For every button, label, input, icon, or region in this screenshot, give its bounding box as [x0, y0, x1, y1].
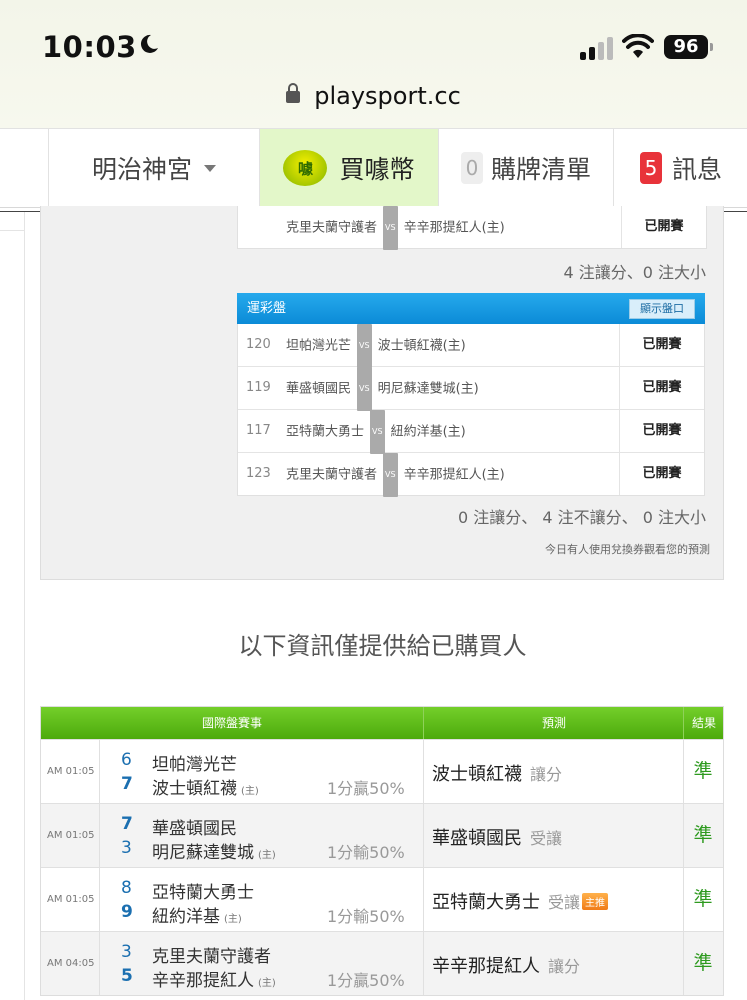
- games-table-header: 國際盤賽事 預測 結果: [41, 707, 723, 739]
- score: 3: [121, 942, 132, 962]
- game-id: 123: [246, 466, 271, 481]
- featured-badge: 主推: [582, 893, 609, 910]
- buy-coin-button[interactable]: 噱買噱幣: [259, 129, 438, 207]
- score: 8: [121, 878, 132, 898]
- score: 6: [121, 750, 132, 770]
- caret-down-icon: [204, 164, 216, 172]
- status-bar: 10:03 96 playsport.cc: [0, 0, 747, 128]
- table-row: AM 04:05 3 5 克里夫蘭守護者 辛辛那提紅人 (主) 1分贏50% 辛辛…: [41, 931, 723, 995]
- prediction: 辛辛那提紅人 讓分: [432, 956, 581, 977]
- wifi-icon: [622, 34, 654, 58]
- purchase-list-button[interactable]: 0 購牌清單: [438, 129, 613, 207]
- game-id: 120: [246, 337, 271, 352]
- odds: 1分贏50%: [327, 779, 405, 798]
- vs-icon: VS: [370, 410, 385, 454]
- game-time: AM 04:05: [47, 958, 95, 969]
- show-odds-button[interactable]: 顯示盤口: [629, 299, 695, 319]
- result-mark: 準: [693, 952, 713, 974]
- table-row: AM 01:05 6 7 坦帕灣光芒 波士頓紅襪 (主) 1分贏50% 波士頓紅襪…: [41, 739, 723, 803]
- coin-icon: 噱: [283, 150, 328, 186]
- message-count-badge: 5: [639, 152, 662, 184]
- purchase-list-label: 購牌清單: [490, 155, 591, 184]
- header-prediction: 預測: [423, 707, 684, 739]
- prediction-panel: 克里夫蘭守護者 VS 辛辛那提紅人(主) 已開賽 4 注讓分、0 注大小 運彩盤 顯…: [40, 206, 724, 580]
- result-mark: 準: [693, 824, 713, 846]
- account-dropdown[interactable]: 明治神宮: [48, 129, 259, 207]
- status-cell: 已開賽: [619, 410, 704, 452]
- table-row: 120 坦帕灣光芒 VS 波士頓紅襪(主) 已開賽: [238, 324, 704, 368]
- battery-indicator: 96: [664, 35, 713, 59]
- table-row: 119 華盛頓國民 VS 明尼蘇達雙城(主) 已開賽: [238, 367, 704, 411]
- odds: 1分贏50%: [327, 971, 405, 990]
- table-row: AM 01:05 7 3 華盛頓國民 明尼蘇達雙城 (主) 1分輸50% 華盛頓國…: [41, 803, 723, 867]
- address-bar[interactable]: playsport.cc: [0, 82, 747, 110]
- header-result: 結果: [683, 707, 724, 739]
- team-name: 辛辛那提紅人 (主): [152, 971, 276, 991]
- score: 7: [121, 774, 133, 794]
- url-text: playsport.cc: [314, 82, 461, 110]
- table-row: 123 克里夫蘭守護者 VS 辛辛那提紅人(主) 已開賽: [238, 453, 704, 497]
- lottery-table-title: 運彩盤: [247, 301, 287, 316]
- game-id: 119: [246, 380, 271, 395]
- games-table: 國際盤賽事 預測 結果 AM 01:05 6 7 坦帕灣光芒 波士頓紅襪 (主) …: [40, 706, 724, 996]
- matchup: 亞特蘭大勇士 VS 紐約洋基(主): [286, 410, 466, 454]
- vs-icon: VS: [383, 206, 398, 250]
- prediction: 亞特蘭大勇士 受讓 主推: [432, 888, 609, 914]
- status-cell: 已開賽: [619, 367, 704, 409]
- purchase-count-badge: 0: [460, 152, 483, 184]
- game-time: AM 01:05: [47, 894, 95, 905]
- side-panel: [0, 212, 25, 1000]
- clock: 10:03: [42, 30, 137, 64]
- lottery-summary: 0 注讓分、 4 注不讓分、 0 注大小: [458, 508, 706, 527]
- vs-icon: VS: [357, 367, 372, 411]
- game-time: AM 01:05: [47, 766, 95, 777]
- matchup: 克里夫蘭守護者 VS 辛辛那提紅人(主): [286, 206, 505, 250]
- moon-icon: [140, 34, 158, 53]
- table-row: AM 01:05 8 9 亞特蘭大勇士 紐約洋基 (主) 1分輸50% 亞特蘭大勇…: [41, 867, 723, 931]
- vs-icon: VS: [383, 453, 398, 497]
- status-cell: 已開賽: [621, 206, 706, 248]
- team-name: 克里夫蘭守護者: [152, 947, 271, 967]
- table-row: 117 亞特蘭大勇士 VS 紐約洋基(主) 已開賽: [238, 410, 704, 454]
- prediction: 波士頓紅襪 讓分: [432, 764, 563, 785]
- messages-button[interactable]: 5 訊息: [613, 129, 747, 207]
- messages-label: 訊息: [671, 155, 722, 184]
- lottery-table-header: 運彩盤 顯示盤口: [237, 293, 705, 324]
- top-nav: 明治神宮 噱買噱幣 0 購牌清單 5 訊息: [0, 128, 747, 208]
- team-name: 波士頓紅襪 (主): [152, 779, 259, 799]
- vs-icon: VS: [357, 324, 372, 368]
- status-cell: 已開賽: [619, 324, 704, 366]
- team-name: 華盛頓國民: [152, 819, 237, 839]
- top-table: 克里夫蘭守護者 VS 辛辛那提紅人(主) 已開賽: [237, 206, 707, 250]
- game-id: 117: [246, 423, 271, 438]
- result-mark: 準: [693, 760, 713, 782]
- matchup: 坦帕灣光芒 VS 波士頓紅襪(主): [286, 324, 466, 368]
- score: 5: [121, 966, 133, 986]
- matchup: 克里夫蘭守護者 VS 辛辛那提紅人(主): [286, 453, 505, 497]
- team-name: 明尼蘇達雙城 (主): [152, 843, 276, 863]
- lock-icon: [286, 83, 301, 103]
- result-mark: 準: [693, 888, 713, 910]
- buy-coin-label: 買噱幣: [339, 155, 415, 184]
- redeem-note: 今日有人使用兌換券觀看您的預測: [545, 543, 710, 556]
- score: 9: [121, 902, 133, 922]
- top-summary: 4 注讓分、0 注大小: [563, 263, 706, 282]
- cell-signal-icon: [580, 36, 614, 60]
- account-name: 明治神宮: [91, 155, 192, 184]
- purchaser-notice: 以下資訊僅提供給已購買人: [238, 632, 527, 660]
- lottery-table: 運彩盤 顯示盤口 120 坦帕灣光芒 VS 波士頓紅襪(主) 已開賽 119 華盛頓…: [237, 293, 705, 497]
- odds: 1分輸50%: [327, 907, 405, 926]
- odds: 1分輸50%: [327, 843, 405, 862]
- score: 7: [121, 814, 133, 834]
- matchup: 華盛頓國民 VS 明尼蘇達雙城(主): [286, 367, 479, 411]
- team-name: 坦帕灣光芒: [152, 755, 237, 775]
- game-time: AM 01:05: [47, 830, 95, 841]
- score: 3: [121, 838, 132, 858]
- table-row: 克里夫蘭守護者 VS 辛辛那提紅人(主) 已開賽: [238, 206, 706, 250]
- team-name: 紐約洋基 (主): [152, 907, 242, 927]
- prediction: 華盛頓國民 受讓: [432, 828, 563, 849]
- header-event: 國際盤賽事: [201, 716, 262, 730]
- status-cell: 已開賽: [619, 453, 704, 495]
- team-name: 亞特蘭大勇士: [152, 883, 254, 903]
